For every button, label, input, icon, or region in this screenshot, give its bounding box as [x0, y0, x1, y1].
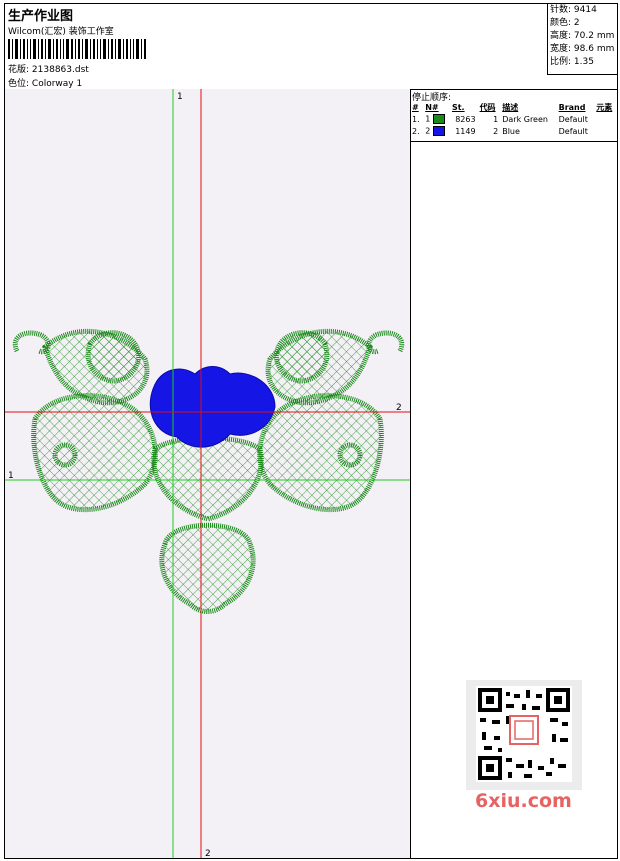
stat-colors-value: 2 — [573, 18, 580, 28]
panel-divider — [410, 141, 617, 142]
stat-stitches-label: 针数: — [550, 5, 572, 15]
thread-table: # N# St. 代码 描述 Brand 元素 1. 1 8263 1 Dark… — [410, 101, 617, 137]
row-element — [594, 125, 617, 137]
stat-stitches: 针数: 9414 — [548, 4, 618, 17]
row-brand: Default — [558, 114, 588, 124]
row-index: 2. — [412, 126, 420, 136]
row-n-value: 1 — [425, 114, 431, 124]
stat-width-value: 98.6 mm — [573, 44, 615, 54]
stat-colors-label: 颜色: — [550, 18, 572, 28]
stat-colors: 颜色: 2 — [548, 17, 618, 30]
design-canvas: 1 1 2 2 — [5, 89, 411, 858]
stat-width: 宽度: 98.6 mm — [548, 43, 618, 56]
colorway: 色位: Colorway 1 — [8, 76, 82, 89]
row-desc: Blue — [502, 126, 520, 136]
row-index: 1. — [412, 114, 420, 124]
stat-height-value: 70.2 mm — [573, 31, 615, 41]
color-swatch — [432, 114, 445, 124]
row-stitches: 1149 — [455, 126, 476, 136]
green-horizontal-label: 1 — [8, 471, 14, 481]
row-element — [594, 113, 617, 125]
right-wing-lower — [257, 393, 384, 513]
row-stitches: 8263 — [455, 114, 476, 124]
stat-scale: 比例: 1.35 — [548, 56, 618, 69]
row-n-value: 2 — [425, 126, 431, 136]
qr-code-icon — [476, 686, 572, 782]
row-code: 2 — [493, 126, 499, 136]
col-brand: Brand — [558, 102, 586, 112]
left-wing-lower — [31, 393, 158, 513]
bottom-pendant — [159, 522, 256, 614]
watermark-logo: 6xiu.com — [475, 790, 572, 812]
worksheet-title: 生产作业图 — [8, 9, 74, 24]
stat-width-label: 宽度: — [550, 44, 572, 54]
col-index: # — [412, 102, 419, 112]
stat-scale-label: 比例: — [550, 57, 572, 67]
header-panel: 生产作业图 Wilcom(汇宏) 装饰工作室 花版: 2138863.dst 色… — [5, 4, 618, 90]
col-n: N# — [425, 102, 439, 112]
company-name: Wilcom(汇宏) 装饰工作室 — [8, 27, 114, 37]
colorway-value: Colorway 1 — [31, 79, 83, 89]
row-n: 2 — [423, 125, 450, 137]
right-scroll — [366, 330, 405, 355]
blue-embroidery — [149, 366, 276, 448]
stat-height-label: 高度: — [550, 31, 572, 41]
col-code: 代码 — [479, 102, 496, 112]
colorway-label: 色位: — [8, 79, 30, 89]
green-vertical-label: 1 — [177, 92, 183, 102]
row-desc: Dark Green — [502, 114, 548, 124]
red-horizontal-label: 2 — [396, 403, 402, 413]
pattern-label: 花版: — [8, 65, 30, 75]
thread-row: 2. 2 1149 2 Blue Default — [410, 125, 617, 137]
thread-row: 1. 1 8263 1 Dark Green Default — [410, 113, 617, 125]
center-body — [151, 435, 264, 522]
row-code: 1 — [493, 114, 499, 124]
color-swatch — [432, 126, 445, 136]
stat-height: 高度: 70.2 mm — [548, 30, 618, 43]
stat-stitches-value: 9414 — [573, 5, 597, 15]
pattern-file: 花版: 2138863.dst — [8, 62, 89, 75]
stats-panel: 针数: 9414 颜色: 2 高度: 70.2 mm 宽度: 98.6 mm 比… — [547, 4, 618, 75]
qr-code-image — [466, 680, 582, 790]
left-scroll — [12, 330, 51, 355]
design-drawing: 1 1 2 2 — [5, 89, 410, 858]
blue-flower — [149, 366, 276, 448]
pattern-value: 2138863.dst — [31, 65, 89, 75]
barcode-image — [8, 39, 146, 59]
col-element: 元素 — [596, 102, 613, 112]
red-vertical-label: 2 — [205, 849, 211, 858]
row-brand: Default — [558, 126, 588, 136]
col-desc: 描述 — [502, 102, 519, 112]
row-n: 1 — [423, 113, 450, 125]
thread-table-header: # N# St. 代码 描述 Brand 元素 — [410, 101, 617, 113]
col-stitches: St. — [451, 102, 465, 112]
stat-scale-value: 1.35 — [573, 57, 594, 67]
